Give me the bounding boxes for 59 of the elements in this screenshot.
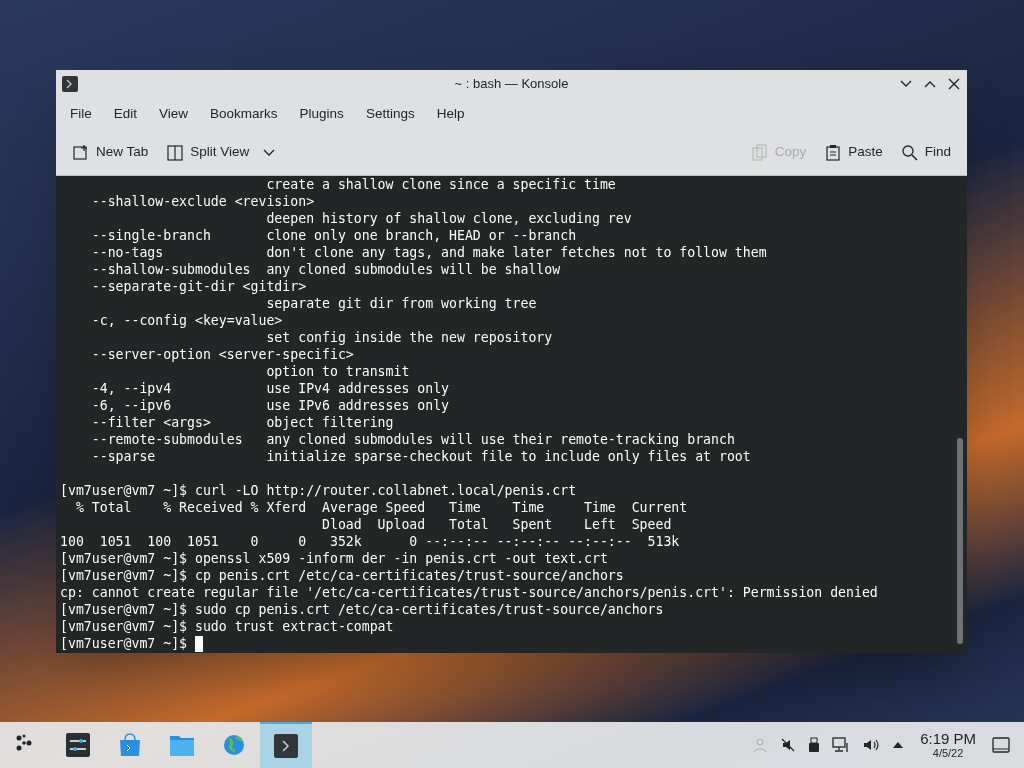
terminal-line: create a shallow clone since a specific time	[265, 176, 617, 193]
taskbar-button[interactable]	[260, 722, 312, 768]
terminal-line: -c, --config <key=value>	[90, 312, 284, 329]
terminal-line: -6, --ipv6 use IPv6 addresses only	[90, 397, 451, 414]
menu-item[interactable]: View	[149, 100, 199, 128]
terminal-line: --remote-submodules any cloned submodules will use their remote-tracking branch	[90, 431, 736, 448]
scrollbar-thumb[interactable]	[957, 438, 963, 644]
volume-icon[interactable]	[862, 737, 881, 753]
paste-button[interactable]: Paste	[818, 138, 889, 167]
menu-item[interactable]: Bookmarks	[200, 100, 288, 128]
terminal-line: [vm7user@vm7 ~]$ sudo trust extract-compat	[60, 618, 395, 635]
terminal-line: --single-branch clone only one branch, HEAD or --branch	[90, 227, 578, 244]
terminal-line: set config inside the new repository	[265, 329, 554, 346]
find-button[interactable]: Find	[894, 138, 957, 167]
terminal-line: cp: cannot create regular file '/etc/ca-certificates/trust-source/anchors/penis.crt': Permission denied	[60, 584, 879, 601]
terminal-line: --shallow-submodules any cloned submodules will be shallow	[90, 261, 562, 278]
terminal-line: [vm7user@vm7 ~]$ curl -LO http://router.collabnet.local/penis.crt	[60, 482, 578, 499]
terminal-line: option to transmit	[265, 363, 411, 380]
terminal-line: --filter <args> object filtering	[90, 414, 395, 431]
terminal-line: --sparse initialize sparse-checkout file to include only files at root	[90, 448, 752, 465]
terminal-line: separate git dir from working tree	[265, 295, 538, 312]
terminal-line: Dload Upload Total Spent Left Speed	[321, 516, 673, 533]
split-view-button[interactable]: Split View	[160, 138, 282, 167]
shopping-bag-icon	[117, 732, 143, 758]
globe-icon	[221, 732, 247, 758]
split-view-icon	[166, 143, 185, 162]
terminal-line: --server-option <server-specific>	[90, 346, 355, 363]
sliders-icon	[65, 732, 91, 758]
expand-tray-icon[interactable]	[892, 740, 905, 750]
copy-icon	[750, 143, 769, 162]
terminal-line: [vm7user@vm7 ~]$ cp penis.crt /etc/ca-certificates/trust-source/anchors	[60, 567, 625, 584]
network-icon[interactable]	[832, 737, 851, 753]
terminal-line: --no-tags don't clone any tags, and make later fetches not to follow them	[90, 244, 768, 261]
terminal-line: --shallow-exclude <revision>	[90, 193, 316, 210]
menu-item[interactable]: File	[60, 100, 102, 128]
menu-item[interactable]: Edit	[103, 100, 148, 128]
search-icon	[900, 143, 919, 162]
clock-time[interactable]: 6:19 PM	[920, 731, 976, 746]
clipboard-icon	[824, 143, 843, 162]
terminal-line: % Total % Received % Xferd Average Speed Time Time Time Current	[74, 499, 689, 516]
show-desktop-icon[interactable]	[992, 737, 1010, 753]
menu-item[interactable]: Help	[426, 100, 475, 128]
terminal-line: --separate-git-dir <gitdir>	[90, 278, 308, 295]
clock-date[interactable]: 4/5/22	[932, 748, 964, 759]
dropdown-caret-icon	[263, 148, 276, 157]
new-tab-button[interactable]: New Tab	[66, 138, 155, 167]
terminal-icon	[62, 76, 78, 92]
terminal-line: deepen history of shallow clone, excluding rev	[265, 210, 633, 227]
menu-item[interactable]: Plugins	[289, 100, 354, 128]
close-button[interactable]	[947, 77, 961, 91]
new-tab-icon	[72, 143, 90, 162]
terminal-line: [vm7user@vm7 ~]$ sudo cp penis.crt /etc/ca-certificates/trust-source/anchors	[60, 601, 665, 618]
terminal-line: -4, --ipv4 use IPv4 addresses only	[90, 380, 451, 397]
terminal-icon	[273, 733, 299, 759]
menu-item[interactable]: Settings	[355, 100, 425, 128]
window-title: ~ : bash — Konsole	[453, 75, 570, 94]
terminal-line: [vm7user@vm7 ~]$ openssl x509 -inform der -in penis.crt -out text.crt	[60, 550, 609, 567]
terminal-prompt: [vm7user@vm7 ~]$	[60, 635, 189, 652]
terminal-line: 100 1051 100 1051 0 0 352k 0 --:--:-- --:--:-- --:--:-- 513k	[60, 533, 681, 550]
